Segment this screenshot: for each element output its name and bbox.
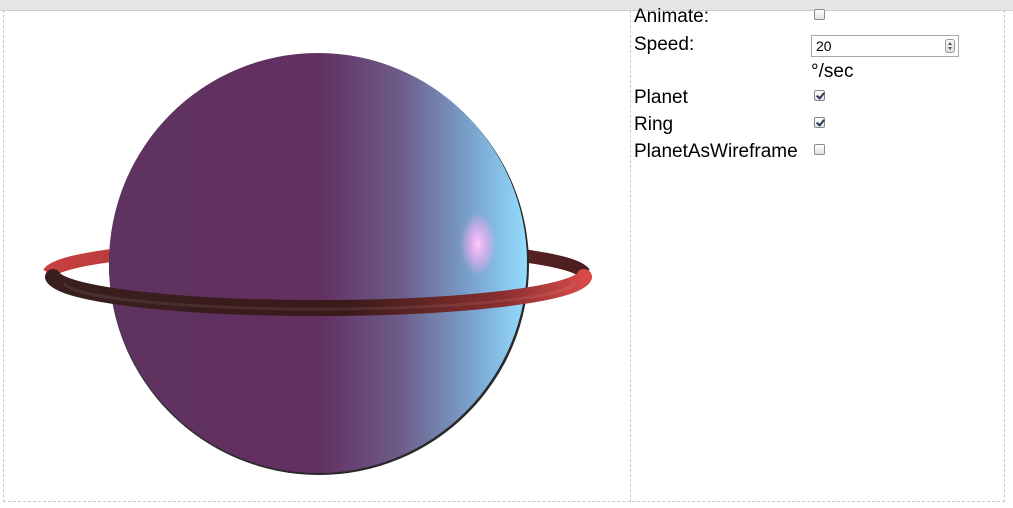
3d-viewport[interactable] [4,11,629,501]
speed-input[interactable]: 20 [811,35,959,57]
wireframe-checkbox[interactable] [814,144,825,155]
ring-label: Ring [634,114,674,135]
animate-label: Animate: [634,6,709,27]
speed-label: Speed: [634,34,695,55]
speed-unit: °/sec [811,61,854,82]
controls-panel: Animate: Speed: 20 °/sec Planet Ring Pla… [634,6,1004,496]
spin-down-icon[interactable] [948,47,952,50]
speed-spinner[interactable] [945,39,955,53]
planet-label: Planet [634,87,688,108]
speed-value: 20 [816,38,832,54]
wireframe-label: PlanetAsWireframe [634,141,798,162]
panel-divider [630,10,631,502]
planet-checkbox[interactable] [814,90,825,101]
spin-up-icon[interactable] [948,42,952,45]
planet-specular [460,212,496,276]
animate-checkbox[interactable] [814,9,825,20]
ring-checkbox[interactable] [814,117,825,128]
planet-scene [43,53,592,475]
